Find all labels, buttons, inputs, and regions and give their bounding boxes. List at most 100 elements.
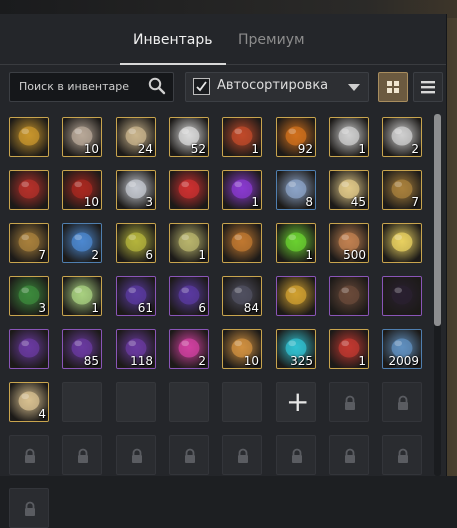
inventory-slot-gift-box[interactable] — [169, 170, 209, 210]
inventory-slot-butterfly[interactable] — [382, 223, 422, 263]
inventory-slot-ticket-stack[interactable]: 52 — [169, 117, 209, 157]
item-count: 118 — [130, 354, 153, 368]
empty-slot[interactable] — [116, 382, 156, 422]
item-count: 4 — [38, 407, 46, 421]
item-count: 3 — [38, 301, 46, 315]
locked-slot[interactable] — [382, 435, 422, 475]
inventory-slot-blue-card[interactable]: 2 — [62, 223, 102, 263]
grid-view-button[interactable] — [378, 72, 408, 102]
plus-icon: + — [286, 385, 310, 418]
scrollbar[interactable] — [434, 114, 441, 476]
list-view-button[interactable] — [413, 72, 443, 102]
search-placeholder: Поиск в инвентаре — [19, 80, 129, 93]
inventory-slot-gold-bar[interactable] — [9, 117, 49, 157]
item-count: 61 — [137, 301, 153, 315]
inventory-slot-hammer-tool[interactable]: 500 — [329, 223, 369, 263]
inventory-slot-dark-gauntlet[interactable] — [382, 276, 422, 316]
inventory-slot-magic-swirl[interactable]: 2 — [169, 329, 209, 369]
item-count: 3 — [145, 195, 153, 209]
inventory-slot-axe[interactable] — [329, 276, 369, 316]
empty-slot[interactable] — [169, 382, 209, 422]
inventory-slot-red-box[interactable]: 10 — [62, 170, 102, 210]
inventory-slot-cookie[interactable]: 4 — [9, 382, 49, 422]
tab-premium[interactable]: Премиум — [238, 32, 305, 48]
item-count: 7 — [411, 195, 419, 209]
item-count: 10 — [83, 142, 99, 156]
inventory-slot-wood-chest[interactable] — [222, 223, 262, 263]
item-count: 84 — [243, 301, 259, 315]
locked-slot[interactable] — [222, 435, 262, 475]
item-count: 1 — [251, 195, 259, 209]
inventory-slot-cyan-orb[interactable]: 325 — [276, 329, 316, 369]
item-count: 45 — [350, 195, 366, 209]
lock-icon — [292, 448, 302, 463]
inventory-slot-red-chest[interactable] — [9, 170, 49, 210]
tab-inventory[interactable]: Инвентарь — [133, 32, 213, 48]
inventory-slot-ticket[interactable]: 1 — [169, 223, 209, 263]
autosort-label: Автосортировка — [217, 78, 329, 93]
item-count: 500 — [343, 248, 366, 262]
inventory-slot-silver-tree[interactable]: 1 — [329, 117, 369, 157]
autosort-dropdown[interactable]: Автосортировка — [185, 72, 369, 102]
inventory-slot-silver-chest[interactable]: 3 — [116, 170, 156, 210]
autosort-checkbox[interactable] — [193, 78, 210, 95]
inventory-slot-green-card[interactable]: 6 — [116, 223, 156, 263]
inventory-slot-jar[interactable]: 10 — [222, 329, 262, 369]
inventory-slot-card[interactable]: 7 — [382, 170, 422, 210]
item-icon — [330, 277, 368, 315]
search-input[interactable]: Поиск в инвентаре — [9, 72, 174, 102]
item-count: 1 — [358, 142, 366, 156]
locked-slot[interactable] — [382, 382, 422, 422]
inventory-slot-shadow-shard[interactable]: 85 — [62, 329, 102, 369]
locked-slot[interactable] — [116, 435, 156, 475]
inventory-slot-shadow-shard[interactable] — [9, 329, 49, 369]
locked-slot[interactable] — [9, 435, 49, 475]
tab-bar: Инвентарь Премиум — [0, 22, 446, 62]
chevron-down-icon[interactable] — [348, 84, 360, 91]
locked-slot[interactable] — [329, 382, 369, 422]
inventory-slot-creature-figure[interactable]: 1 — [222, 117, 262, 157]
inventory-slot-green-gift[interactable]: 3 — [9, 276, 49, 316]
check-icon — [196, 81, 207, 92]
locked-slot[interactable] — [9, 488, 49, 528]
lock-icon — [398, 395, 408, 410]
inventory-slot-golden-staff[interactable] — [276, 276, 316, 316]
inventory-slot-dark-crystal[interactable]: 6 — [169, 276, 209, 316]
item-count: 92 — [297, 142, 313, 156]
locked-slot[interactable] — [62, 435, 102, 475]
empty-slot[interactable] — [62, 382, 102, 422]
lock-icon — [78, 448, 88, 463]
inventory-slot-light-gift[interactable]: 1 — [62, 276, 102, 316]
inventory-slot-scroll-envelope[interactable]: 24 — [116, 117, 156, 157]
search-icon[interactable] — [148, 77, 166, 95]
inventory-slot-dark-cone[interactable]: 84 — [222, 276, 262, 316]
lock-icon — [25, 448, 35, 463]
item-count: 325 — [290, 354, 313, 368]
item-count: 1 — [358, 354, 366, 368]
inventory-slot-steel-chest[interactable]: 8 — [276, 170, 316, 210]
inventory-slot-green-crystal[interactable]: 1 — [276, 223, 316, 263]
item-count: 52 — [190, 142, 206, 156]
locked-slot[interactable] — [329, 435, 369, 475]
item-icon — [223, 224, 261, 262]
item-count: 85 — [83, 354, 99, 368]
inventory-slot-card[interactable]: 7 — [9, 223, 49, 263]
inventory-slot-pouch[interactable]: 45 — [329, 170, 369, 210]
lock-icon — [132, 448, 142, 463]
inventory-slot-dark-crystal[interactable]: 61 — [116, 276, 156, 316]
inventory-slot-potion[interactable]: 2009 — [382, 329, 422, 369]
inventory-slot-fire-orb[interactable]: 92 — [276, 117, 316, 157]
locked-slot[interactable] — [169, 435, 209, 475]
unlock-slot-button[interactable]: + — [276, 382, 316, 422]
item-count: 2009 — [388, 354, 419, 368]
inventory-slot-gold-trunk[interactable]: 1 — [329, 329, 369, 369]
inventory-slot-purple-rune[interactable]: 1 — [222, 170, 262, 210]
inventory-slot-silver-tree[interactable]: 2 — [382, 117, 422, 157]
inventory-slot-cow-egg[interactable]: 10 — [62, 117, 102, 157]
item-count: 8 — [305, 195, 313, 209]
lock-icon — [238, 448, 248, 463]
locked-slot[interactable] — [276, 435, 316, 475]
scrollbar-thumb[interactable] — [434, 114, 441, 326]
inventory-slot-shadow-shard[interactable]: 118 — [116, 329, 156, 369]
empty-slot[interactable] — [222, 382, 262, 422]
